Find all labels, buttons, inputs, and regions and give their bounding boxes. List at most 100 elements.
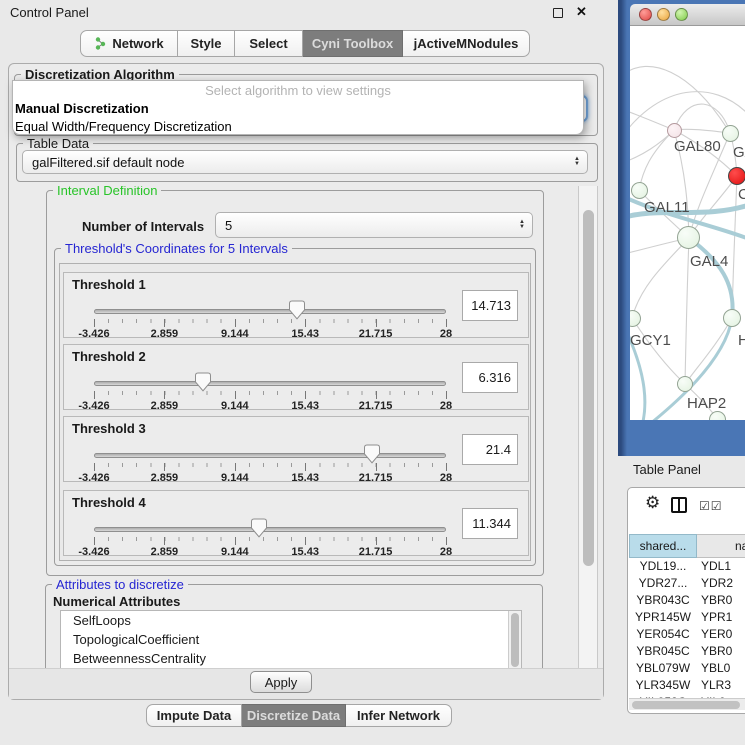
cell[interactable]: YLR345W <box>629 678 697 692</box>
list-item[interactable]: TopologicalCoefficient <box>61 630 521 649</box>
tab-infer-network[interactable]: Infer Network <box>346 704 452 727</box>
tab-label: Select <box>249 36 287 51</box>
table-row[interactable]: YBR045C YBR0 <box>629 644 745 661</box>
tab-discretize-data[interactable]: Discretize Data <box>242 704 346 727</box>
network-canvas[interactable]: GAL80 GA C GAL11 GAL4 GCY1 H HAP2 <box>630 26 745 420</box>
node-label: GCY1 <box>630 332 671 349</box>
network-icon <box>94 37 107 50</box>
algorithm-dropdown-popup: Select algorithm to view settings Manual… <box>12 80 584 135</box>
threshold-panel: Threshold 3 -3.426 2.859 9.144 15.43 21.… <box>63 416 529 482</box>
slider-ticks <box>94 537 446 545</box>
thresholds-group: Threshold's Coordinates for 5 Intervals … <box>54 248 536 566</box>
numerical-attributes-label: Numerical Attributes <box>53 594 180 609</box>
cell[interactable]: YBR0 <box>701 644 732 658</box>
slider-handle[interactable] <box>289 300 305 320</box>
cell[interactable]: YBR0 <box>701 593 732 607</box>
slider-handle[interactable] <box>251 518 267 538</box>
network-node[interactable] <box>723 309 741 327</box>
zoom-traffic-light-icon[interactable] <box>675 8 688 21</box>
cell[interactable]: YLR3 <box>701 678 731 692</box>
node-label: HAP2 <box>687 395 726 412</box>
threshold-value-field[interactable]: 21.4 <box>462 434 518 465</box>
network-window-titlebar[interactable] <box>630 4 745 26</box>
settings-scrollbar[interactable] <box>578 186 598 672</box>
slider-handle[interactable] <box>364 444 380 464</box>
cell[interactable]: YPR1 <box>701 610 732 624</box>
float-panel-icon[interactable] <box>553 8 563 18</box>
tick-label: 28 <box>440 472 452 484</box>
dropdown-option-equal-width[interactable]: Equal Width/Frequency Discretization <box>13 118 583 136</box>
tab-impute-data[interactable]: Impute Data <box>146 704 242 727</box>
tab-style[interactable]: Style <box>178 30 235 57</box>
tab-jactivemnodules[interactable]: jActiveMNodules <box>403 30 530 57</box>
tick-label: 28 <box>440 328 452 340</box>
threshold-value-field[interactable]: 14.713 <box>462 290 518 321</box>
tab-cyni-toolbox[interactable]: Cyni Toolbox <box>303 30 403 57</box>
cell[interactable]: YBL0 <box>701 661 730 675</box>
table-row[interactable]: YLR345W YLR3 <box>629 678 745 695</box>
group-label: Threshold's Coordinates for 5 Intervals <box>61 241 292 256</box>
thresholds-list: Threshold 1 -3.426 2.859 9.144 15.43 21.… <box>59 263 531 561</box>
tick-label: 15.43 <box>291 472 319 484</box>
threshold-slider[interactable] <box>94 381 446 386</box>
table-row[interactable]: YDL19... YDL1 <box>629 559 745 576</box>
cell[interactable]: YDL19... <box>629 559 697 573</box>
dropdown-prompt: Select algorithm to view settings <box>13 81 583 100</box>
tick-label: 2.859 <box>151 400 179 412</box>
apply-button[interactable]: Apply <box>250 671 312 693</box>
network-node[interactable] <box>631 182 648 199</box>
cell[interactable]: YDR27... <box>629 576 697 590</box>
group-label: Table Data <box>23 136 93 151</box>
combobox-stepper[interactable]: ▲ ▼ <box>574 157 580 167</box>
table-row[interactable]: YER054C YER0 <box>629 627 745 644</box>
threshold-value-field[interactable]: 6.316 <box>462 362 518 393</box>
table-row[interactable]: YPR145W YPR1 <box>629 610 745 627</box>
cell[interactable]: YER0 <box>701 627 732 641</box>
tab-network[interactable]: Network <box>80 30 178 57</box>
threshold-slider[interactable] <box>94 453 446 458</box>
cell[interactable]: YER054C <box>629 627 697 641</box>
threshold-slider[interactable] <box>94 527 446 532</box>
cell[interactable]: YBR045C <box>629 644 697 658</box>
cell[interactable]: YBL079W <box>629 661 697 675</box>
number-of-intervals-combobox[interactable]: 5 ▲ ▼ <box>215 212 533 238</box>
table-horizontal-scrollbar[interactable] <box>629 698 745 710</box>
threshold-label: Threshold 2 <box>72 349 146 364</box>
tab-select[interactable]: Select <box>235 30 303 57</box>
network-node[interactable] <box>728 167 745 185</box>
minimize-traffic-light-icon[interactable] <box>657 8 670 21</box>
panel-title: Control Panel <box>10 5 89 20</box>
network-node[interactable] <box>722 125 739 142</box>
cell[interactable]: YDR2 <box>701 576 733 590</box>
close-icon[interactable]: ✕ <box>576 4 587 20</box>
tab-label: jActiveMNodules <box>414 36 519 51</box>
table-row[interactable]: YBL079W YBL0 <box>629 661 745 678</box>
table-row[interactable]: YDR27... YDR2 <box>629 576 745 593</box>
threshold-value-field[interactable]: 11.344 <box>462 508 518 539</box>
network-edges <box>630 26 745 420</box>
network-node[interactable] <box>667 123 682 138</box>
list-item[interactable]: SelfLoops <box>61 611 521 630</box>
slider-handle[interactable] <box>195 372 211 392</box>
column-header-name[interactable]: na <box>697 534 745 558</box>
close-traffic-light-icon[interactable] <box>639 8 652 21</box>
list-item[interactable]: BetweennessCentrality <box>61 649 521 668</box>
threshold-slider[interactable] <box>94 309 446 314</box>
select-columns-icon[interactable]: ☑☑ <box>699 499 723 513</box>
threshold-label: Threshold 3 <box>72 421 146 436</box>
cell[interactable]: YDL1 <box>701 559 731 573</box>
column-header-shared-name[interactable]: shared... <box>629 534 697 558</box>
dropdown-option-manual-discretization[interactable]: Manual Discretization <box>13 100 583 118</box>
network-node[interactable] <box>677 226 700 249</box>
split-columns-icon[interactable] <box>671 497 687 513</box>
gear-icon[interactable]: ⚙ <box>645 493 660 513</box>
table-data-combobox[interactable]: galFiltered.sif default node ▲ ▼ <box>22 150 588 174</box>
cell[interactable]: YBR043C <box>629 593 697 607</box>
network-node[interactable] <box>677 376 693 392</box>
tick-label: 21.715 <box>359 472 393 484</box>
table-row[interactable]: YBR043C YBR0 <box>629 593 745 610</box>
list-scrollbar[interactable] <box>508 611 521 672</box>
tick-label: -3.426 <box>78 328 109 340</box>
cell[interactable]: YPR145W <box>629 610 697 624</box>
combobox-stepper[interactable]: ▲ ▼ <box>519 220 525 230</box>
